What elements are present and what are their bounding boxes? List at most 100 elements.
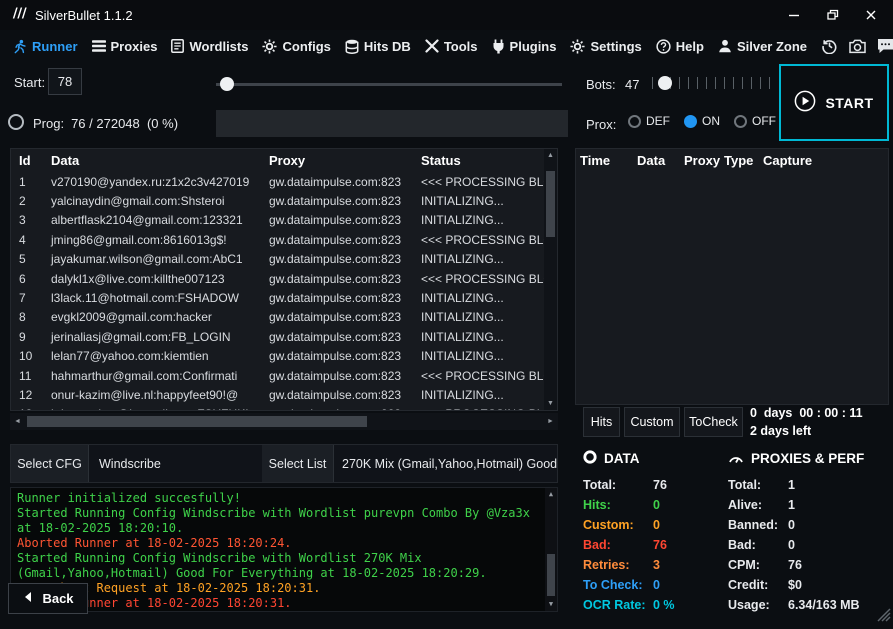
scrollbar-thumb[interactable] [27,416,367,427]
log-line: Started Running Config Windscribe with W… [17,611,539,612]
nav-runner[interactable]: Runner [12,39,78,54]
prox-on-label: ON [702,114,720,128]
stats-data-title: DATA [604,451,640,466]
log-line: Runner initialized succesfully! [17,491,539,506]
scrollbar-thumb[interactable] [546,171,555,237]
radio-dot [684,115,697,128]
table-row[interactable]: 1v270190@yandex.ru:z1x2c3v427019gw.datai… [11,172,557,191]
table-row[interactable]: 4jming86@gmail.com:8616013g$!gw.dataimpu… [11,230,557,249]
stats-proxies-panel: PROXIES & PERF Total:1 Alive:1 Banned:0 … [728,450,889,615]
horizontal-scrollbar[interactable]: ◄ ► [10,413,558,430]
scroll-right-arrow-icon[interactable]: ► [543,413,558,430]
start-slider[interactable] [216,77,562,91]
stat-ocr-rate: OCR Rate:0 % [583,595,725,615]
stat-proxy-banned: Banned:0 [728,515,889,535]
scrollbar-thumb[interactable] [547,554,555,596]
stat-cpm: CPM:76 [728,555,889,575]
nav-hits-db[interactable]: Hits DB [345,39,411,54]
table-row[interactable]: 10lelan77@yahoo.com:kiemtiengw.dataimpul… [11,347,557,366]
data-ring-icon [583,450,597,467]
nav-settings-label: Settings [590,39,641,54]
prox-label: Prox: [586,117,616,132]
scroll-up-arrow-icon[interactable]: ▲ [544,149,557,162]
runner-icon [12,39,27,54]
prox-on-radio[interactable]: ON [684,114,720,128]
vertical-scrollbar[interactable]: ▲ ▼ [544,149,557,410]
stat-credit: Credit:$0 [728,575,889,595]
start-slider-thumb[interactable] [220,77,234,91]
stat-proxy-bad: Bad:0 [728,535,889,555]
back-button[interactable]: Back [8,583,88,614]
prox-off-radio[interactable]: OFF [734,114,776,128]
tab-hits[interactable]: Hits [583,407,620,437]
log-scrollbar[interactable]: ▲ ▼ [545,488,557,611]
col-data: Data [43,153,261,168]
log-content: Runner initialized succesfully! Started … [17,491,539,612]
proxy-mode-radio-group: DEF ON OFF [628,114,776,128]
table-row[interactable]: 13kristysnokes@hotmail.com:FSUZUKIgw.dat… [11,405,557,411]
back-arrow-icon [22,591,34,606]
start-button[interactable]: START [779,64,889,141]
table-row[interactable]: 2yalcinaydin@gmail.com:Shsteroigw.dataim… [11,191,557,210]
table-row[interactable]: 7l3lack.11@hotmail.com:FSHADOWgw.dataimp… [11,288,557,307]
nav-configs[interactable]: Configs [262,39,330,54]
stat-proxy-total: Total:1 [728,475,889,495]
table-row[interactable]: 12onur-kazim@live.nl:happyfeet90!@gw.dat… [11,385,557,404]
nav-proxies[interactable]: Proxies [92,39,158,54]
nav-settings[interactable]: Settings [570,39,641,54]
maximize-restore-icon [826,9,839,21]
app-logo-icon [10,5,27,26]
stats-proxies-title: PROXIES & PERF [751,451,864,466]
table-row[interactable]: 3albertflask2104@gmail.com:123321gw.data… [11,211,557,230]
nav-silver-zone[interactable]: Silver Zone [718,39,807,54]
minimize-button[interactable] [788,9,800,21]
select-cfg-button[interactable]: Select CFG [11,445,89,482]
nav-proxies-label: Proxies [111,39,158,54]
tab-custom[interactable]: Custom [624,407,680,437]
stat-bad: Bad:76 [583,535,725,555]
resize-grip-icon[interactable] [877,608,891,627]
nav-wordlists[interactable]: Wordlists [171,39,248,54]
table-row[interactable]: 5jayakumar.wilson@gmail.com:AbC1gw.datai… [11,250,557,269]
bots-value: 47 [625,77,639,92]
progress-label: Prog: [33,116,64,131]
nav-help[interactable]: Help [656,39,704,54]
person-icon [718,39,732,53]
stat-custom: Custom:0 [583,515,725,535]
table-row[interactable]: 9jerinaliasj@gmail.com:FB_LOGINgw.dataim… [11,327,557,346]
tab-tocheck[interactable]: ToCheck [684,407,743,437]
jobs-table-header: Id Data Proxy Status [11,149,557,172]
nav-help-label: Help [676,39,704,54]
maximize-button[interactable] [826,9,839,21]
prox-off-label: OFF [752,114,776,128]
col-proxy: Proxy [261,153,413,168]
chat-button[interactable] [877,38,893,54]
bots-label: Bots: [586,77,616,92]
scroll-down-arrow-icon[interactable]: ▼ [545,598,557,611]
table-row[interactable]: 8evgkl2009@gmail.com:hackergw.dataimpuls… [11,308,557,327]
table-row[interactable]: 6dalykl1x@live.com:killthe007123gw.datai… [11,269,557,288]
scroll-left-arrow-icon[interactable]: ◄ [10,413,25,430]
scroll-up-arrow-icon[interactable]: ▲ [545,488,557,501]
bots-slider-thumb[interactable] [658,76,672,90]
log-line: Started Running Config Windscribe with W… [17,551,539,581]
close-button[interactable] [865,9,877,21]
start-slider-track[interactable] [216,83,562,86]
progress-radio[interactable] [8,114,24,130]
log-console: Runner initialized succesfully! Started … [10,487,558,612]
scroll-down-arrow-icon[interactable]: ▼ [544,397,557,410]
progress-bar [216,110,568,137]
start-count-field[interactable]: 78 [48,68,82,95]
select-list-button[interactable]: Select List [262,445,334,482]
prox-def-radio[interactable]: DEF [628,114,670,128]
nav-plugins[interactable]: Plugins [492,39,557,54]
table-row[interactable]: 11hahmarthur@gmail.com:Confirmatigw.data… [11,366,557,385]
stats-proxies-header: PROXIES & PERF [728,450,889,467]
bots-slider[interactable] [652,74,778,92]
history-button[interactable] [821,38,838,54]
nav-configs-label: Configs [282,39,330,54]
screenshot-button[interactable] [849,39,866,54]
window-title: SilverBullet 1.1.2 [35,8,133,23]
nav-tools[interactable]: Tools [425,39,478,54]
log-line: Started Running Config Windscribe with W… [17,506,539,536]
